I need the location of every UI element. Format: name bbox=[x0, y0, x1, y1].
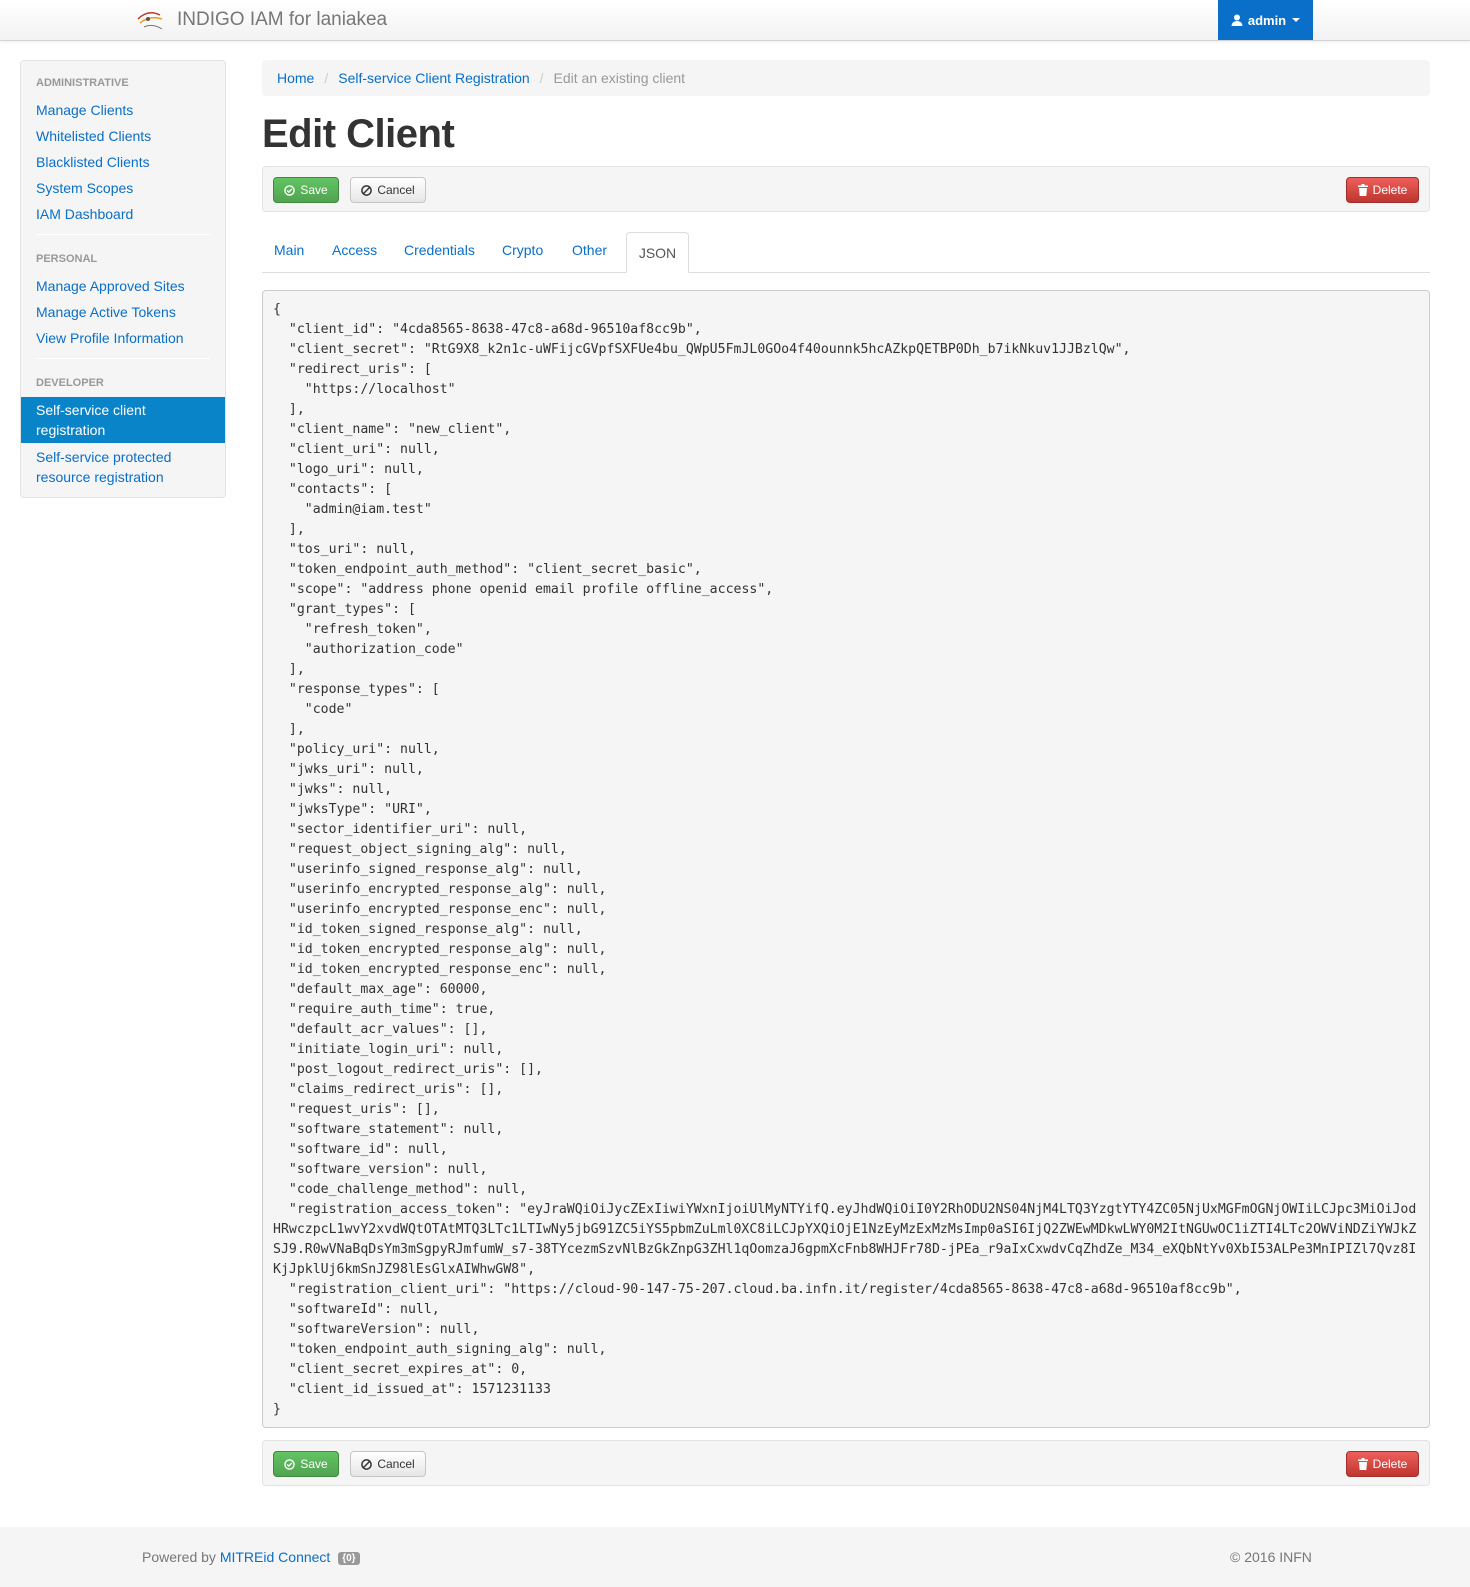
sidebar-divider bbox=[36, 234, 210, 235]
sidebar-item-manage-clients[interactable]: Manage Clients bbox=[36, 100, 133, 120]
user-icon bbox=[1231, 14, 1243, 26]
nav-header-developer: DEVELOPER bbox=[36, 377, 104, 389]
breadcrumb-home[interactable]: Home bbox=[277, 70, 314, 86]
tab-json[interactable]: JSON bbox=[626, 232, 689, 273]
breadcrumb-current: Edit an existing client bbox=[553, 70, 686, 86]
footer: Powered by MITREid Connect {0} © 2016 IN… bbox=[0, 1527, 1470, 1587]
cancel-button[interactable]: Cancel bbox=[350, 177, 426, 203]
check-circle-icon bbox=[284, 1458, 296, 1470]
sidebar-item-profile-information[interactable]: View Profile Information bbox=[36, 328, 184, 348]
powered-by: Powered by MITREid Connect {0} bbox=[142, 1549, 360, 1565]
sidebar-item-whitelisted-clients[interactable]: Whitelisted Clients bbox=[36, 126, 151, 146]
sidebar-item-self-service-resource-registration[interactable]: Self-service protected resource registra… bbox=[36, 447, 216, 487]
breadcrumb: Home / Self-service Client Registration … bbox=[262, 60, 1430, 96]
user-menu-button[interactable]: admin bbox=[1218, 0, 1313, 40]
client-tabs: Main Access Credentials Crypto Other JSO… bbox=[262, 232, 1430, 273]
tab-crypto[interactable]: Crypto bbox=[502, 242, 543, 258]
brand[interactable]: INDIGO IAM for laniakea bbox=[134, 0, 387, 40]
save-button[interactable]: Save bbox=[273, 177, 339, 203]
page-title: Edit Client bbox=[262, 112, 455, 156]
check-circle-icon bbox=[284, 184, 296, 196]
indigo-logo-icon bbox=[134, 5, 168, 35]
top-button-bar: Save Cancel Delete bbox=[262, 166, 1430, 212]
sidebar-divider bbox=[36, 358, 210, 359]
version-badge: {0} bbox=[338, 1552, 360, 1565]
sidebar-item-system-scopes[interactable]: System Scopes bbox=[36, 178, 133, 198]
sidebar-item-iam-dashboard[interactable]: IAM Dashboard bbox=[36, 204, 133, 224]
sidebar-item-active-tokens[interactable]: Manage Active Tokens bbox=[36, 302, 176, 322]
delete-button[interactable]: Delete bbox=[1346, 1451, 1419, 1477]
copyright: © 2016 INFN bbox=[1230, 1549, 1312, 1565]
breadcrumb-self-service-registration[interactable]: Self-service Client Registration bbox=[338, 70, 529, 86]
sidebar-item-self-service-client-registration[interactable]: Self-service client registration bbox=[21, 397, 225, 443]
tab-credentials[interactable]: Credentials bbox=[404, 242, 475, 258]
trash-icon bbox=[1357, 184, 1368, 196]
sidebar-item-approved-sites[interactable]: Manage Approved Sites bbox=[36, 276, 185, 296]
ban-icon bbox=[361, 1458, 373, 1470]
sidebar: ADMINISTRATIVE Manage Clients Whiteliste… bbox=[20, 60, 226, 498]
mitreid-link[interactable]: MITREid Connect bbox=[220, 1549, 330, 1565]
tab-other[interactable]: Other bbox=[572, 242, 607, 258]
cancel-button[interactable]: Cancel bbox=[350, 1451, 426, 1477]
caret-down-icon bbox=[1292, 18, 1301, 22]
tab-main[interactable]: Main bbox=[274, 242, 304, 258]
app-title: INDIGO IAM for laniakea bbox=[177, 9, 388, 30]
sidebar-item-blacklisted-clients[interactable]: Blacklisted Clients bbox=[36, 152, 150, 172]
nav-header-personal: PERSONAL bbox=[36, 253, 98, 265]
ban-icon bbox=[361, 184, 373, 196]
tab-access[interactable]: Access bbox=[332, 242, 377, 258]
delete-button[interactable]: Delete bbox=[1346, 177, 1419, 203]
trash-icon bbox=[1357, 1458, 1368, 1470]
save-button[interactable]: Save bbox=[273, 1451, 339, 1477]
bottom-button-bar: Save Cancel Delete bbox=[262, 1440, 1430, 1486]
user-name: admin bbox=[1247, 12, 1287, 28]
top-navbar: INDIGO IAM for laniakea admin bbox=[0, 0, 1470, 41]
client-json-code[interactable]: { "client_id": "4cda8565-8638-47c8-a68d-… bbox=[262, 290, 1430, 1428]
nav-header-administrative: ADMINISTRATIVE bbox=[36, 77, 129, 89]
